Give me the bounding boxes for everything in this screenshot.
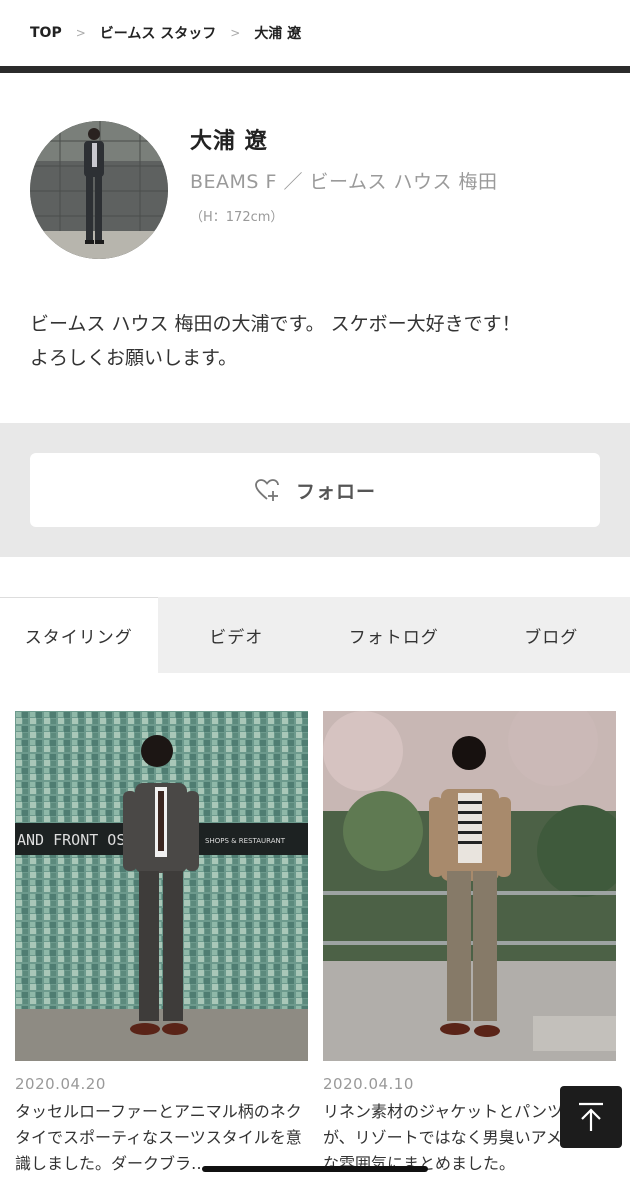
post-date: 2020.04.20: [15, 1075, 106, 1093]
content-tabs: スタイリング ビデオ フォトログ ブログ: [0, 597, 630, 673]
follow-area: フォロー: [0, 423, 630, 557]
bio-line: ビームス ハウス 梅田の大浦です。 スケボー大好きです！: [30, 313, 521, 335]
breadcrumb-current: 大浦 遼: [254, 26, 302, 42]
breadcrumb-top[interactable]: TOP: [30, 25, 62, 41]
sign-text: AND FRONT OSA: [17, 831, 134, 849]
staff-profile: 大浦 遼 BEAMS F ／ ビームス ハウス 梅田 （H：172cm）: [0, 73, 630, 333]
breadcrumb: TOP > ビームス スタッフ > 大浦 遼: [0, 0, 630, 66]
tab-styling[interactable]: スタイリング: [0, 597, 158, 673]
styling-card[interactable]: AND FRONT OSA SHOPS & RESTAURANT 2020.04…: [15, 711, 308, 1177]
staff-shop[interactable]: BEAMS F ／ ビームス ハウス 梅田: [190, 167, 498, 194]
back-to-top-button[interactable]: [560, 1086, 622, 1148]
follow-label: フォロー: [295, 480, 376, 503]
avatar: [30, 121, 168, 259]
profile-info: 大浦 遼 BEAMS F ／ ビームス ハウス 梅田 （H：172cm）: [190, 121, 498, 333]
arrow-up-to-top-icon: [579, 1102, 603, 1131]
staff-height: （H：172cm）: [190, 210, 284, 225]
tab-blog[interactable]: ブログ: [473, 597, 630, 673]
follow-button[interactable]: フォロー: [30, 453, 600, 527]
tab-photolog[interactable]: フォトログ: [315, 597, 473, 673]
staff-name: 大浦 遼: [190, 129, 268, 154]
home-indicator: [202, 1166, 428, 1172]
tab-video[interactable]: ビデオ: [158, 597, 316, 673]
sign-text: SHOPS & RESTAURANT: [205, 837, 286, 845]
styling-photo[interactable]: [323, 711, 616, 1061]
staff-bio: ビームス ハウス 梅田の大浦です。 スケボー大好きです！ よろしくお願いします。: [0, 307, 630, 423]
breadcrumb-staff[interactable]: ビームス スタッフ: [100, 23, 216, 43]
heart-plus-icon: [255, 479, 279, 501]
breadcrumb-separator: >: [230, 26, 241, 40]
styling-grid: AND FRONT OSA SHOPS & RESTAURANT 2020.04…: [0, 673, 630, 1177]
header-divider: [0, 66, 630, 73]
breadcrumb-separator: >: [75, 26, 86, 40]
styling-photo[interactable]: AND FRONT OSA SHOPS & RESTAURANT: [15, 711, 308, 1061]
bio-line: よろしくお願いします。: [30, 347, 238, 369]
